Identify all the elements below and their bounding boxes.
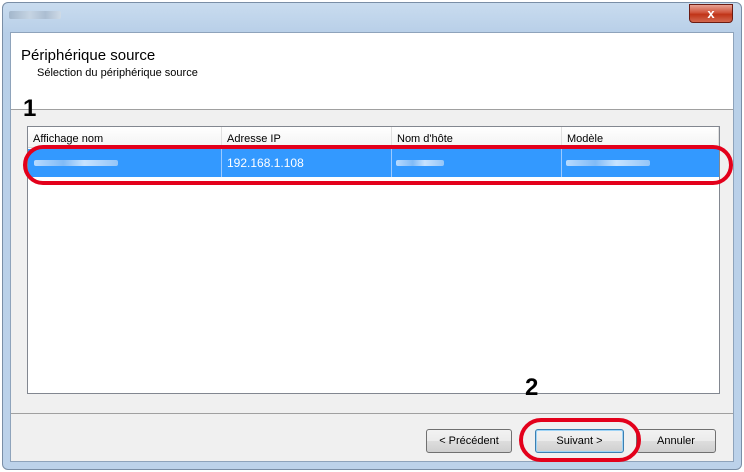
close-icon: x (707, 6, 715, 21)
footer-divider (11, 413, 733, 414)
cancel-button[interactable]: Annuler (636, 429, 716, 453)
dialog-client-area: Périphérique source Sélection du périphé… (10, 32, 734, 462)
highlight-ring-next-button (519, 418, 641, 462)
highlight-ring-selected-row (23, 145, 733, 185)
column-header-hostname[interactable]: Nom d'hôte (392, 127, 562, 147)
page-title: Périphérique source (21, 47, 156, 64)
wizard-header: Périphérique source Sélection du périphé… (11, 33, 733, 110)
column-header-model[interactable]: Modèle (562, 127, 719, 147)
column-header-display-name[interactable]: Affichage nom (28, 127, 222, 147)
title-bar[interactable]: x (3, 3, 741, 33)
step-marker-1: 1 (23, 95, 37, 122)
close-button[interactable]: x (689, 4, 733, 23)
wizard-window: x Périphérique source Sélection du périp… (2, 2, 742, 470)
previous-button[interactable]: < Précédent (426, 429, 512, 453)
column-header-ip-address[interactable]: Adresse IP (222, 127, 392, 147)
step-marker-2: 2 (525, 374, 539, 401)
window-title-redacted (9, 11, 61, 19)
page-subtitle: Sélection du périphérique source (37, 67, 198, 79)
